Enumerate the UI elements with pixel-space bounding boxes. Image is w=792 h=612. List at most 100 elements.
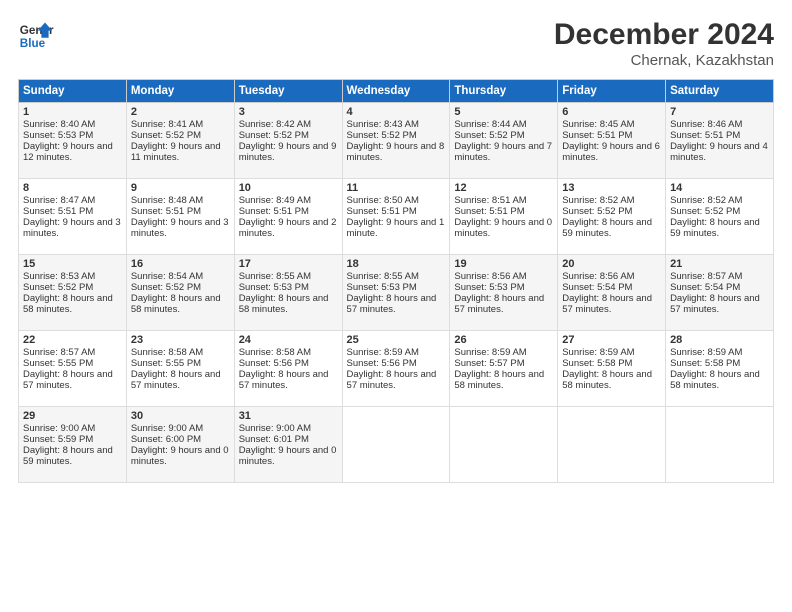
calendar-cell: 1Sunrise: 8:40 AMSunset: 5:53 PMDaylight… (19, 103, 127, 179)
sunrise-text: Sunrise: 8:50 AM (347, 195, 419, 206)
sunset-text: Sunset: 5:51 PM (23, 206, 93, 217)
day-number: 28 (670, 334, 769, 346)
sunrise-text: Sunrise: 8:52 AM (562, 195, 634, 206)
day-number: 1 (23, 106, 122, 118)
sunrise-text: Sunrise: 8:40 AM (23, 119, 95, 130)
sunset-text: Sunset: 5:53 PM (454, 282, 524, 293)
day-number: 9 (131, 182, 230, 194)
calendar-week-row: 29Sunrise: 9:00 AMSunset: 5:59 PMDayligh… (19, 407, 774, 483)
sunrise-text: Sunrise: 8:56 AM (454, 271, 526, 282)
svg-text:Blue: Blue (20, 37, 46, 50)
day-number: 12 (454, 182, 553, 194)
calendar-cell: 5Sunrise: 8:44 AMSunset: 5:52 PMDaylight… (450, 103, 558, 179)
daylight-text: Daylight: 8 hours and 57 minutes. (239, 369, 329, 391)
calendar-cell (666, 407, 774, 483)
day-of-week-header: Thursday (450, 80, 558, 103)
calendar-week-row: 8Sunrise: 8:47 AMSunset: 5:51 PMDaylight… (19, 179, 774, 255)
calendar-cell: 15Sunrise: 8:53 AMSunset: 5:52 PMDayligh… (19, 255, 127, 331)
sunset-text: Sunset: 5:56 PM (347, 358, 417, 369)
calendar-cell: 4Sunrise: 8:43 AMSunset: 5:52 PMDaylight… (342, 103, 450, 179)
daylight-text: Daylight: 8 hours and 58 minutes. (454, 369, 544, 391)
sunset-text: Sunset: 5:52 PM (347, 130, 417, 141)
day-number: 31 (239, 410, 338, 422)
day-number: 4 (347, 106, 446, 118)
header: General Blue December 2024 Chernak, Kaza… (18, 18, 774, 69)
sunrise-text: Sunrise: 8:42 AM (239, 119, 311, 130)
sunset-text: Sunset: 5:52 PM (670, 206, 740, 217)
calendar-cell: 25Sunrise: 8:59 AMSunset: 5:56 PMDayligh… (342, 331, 450, 407)
sunrise-text: Sunrise: 8:41 AM (131, 119, 203, 130)
daylight-text: Daylight: 9 hours and 0 minutes. (454, 217, 552, 239)
daylight-text: Daylight: 9 hours and 11 minutes. (131, 141, 221, 163)
calendar-week-row: 22Sunrise: 8:57 AMSunset: 5:55 PMDayligh… (19, 331, 774, 407)
daylight-text: Daylight: 9 hours and 8 minutes. (347, 141, 445, 163)
sunrise-text: Sunrise: 8:59 AM (347, 347, 419, 358)
calendar-cell: 12Sunrise: 8:51 AMSunset: 5:51 PMDayligh… (450, 179, 558, 255)
calendar-cell: 21Sunrise: 8:57 AMSunset: 5:54 PMDayligh… (666, 255, 774, 331)
sunrise-text: Sunrise: 8:45 AM (562, 119, 634, 130)
calendar-cell: 11Sunrise: 8:50 AMSunset: 5:51 PMDayligh… (342, 179, 450, 255)
calendar-week-row: 15Sunrise: 8:53 AMSunset: 5:52 PMDayligh… (19, 255, 774, 331)
day-of-week-header: Saturday (666, 80, 774, 103)
day-number: 14 (670, 182, 769, 194)
sunset-text: Sunset: 5:53 PM (239, 282, 309, 293)
calendar-cell: 22Sunrise: 8:57 AMSunset: 5:55 PMDayligh… (19, 331, 127, 407)
daylight-text: Daylight: 8 hours and 58 minutes. (670, 369, 760, 391)
sunset-text: Sunset: 5:55 PM (23, 358, 93, 369)
calendar-table: SundayMondayTuesdayWednesdayThursdayFrid… (18, 79, 774, 483)
daylight-text: Daylight: 9 hours and 3 minutes. (23, 217, 121, 239)
sunrise-text: Sunrise: 8:58 AM (131, 347, 203, 358)
logo-icon: General Blue (18, 18, 54, 54)
sunrise-text: Sunrise: 9:00 AM (239, 423, 311, 434)
month-title: December 2024 (554, 18, 774, 52)
calendar-cell: 2Sunrise: 8:41 AMSunset: 5:52 PMDaylight… (126, 103, 234, 179)
sunrise-text: Sunrise: 9:00 AM (23, 423, 95, 434)
day-number: 24 (239, 334, 338, 346)
sunset-text: Sunset: 5:52 PM (131, 130, 201, 141)
daylight-text: Daylight: 9 hours and 0 minutes. (239, 445, 337, 467)
calendar-week-row: 1Sunrise: 8:40 AMSunset: 5:53 PMDaylight… (19, 103, 774, 179)
sunrise-text: Sunrise: 8:59 AM (670, 347, 742, 358)
daylight-text: Daylight: 8 hours and 57 minutes. (23, 369, 113, 391)
sunrise-text: Sunrise: 8:55 AM (347, 271, 419, 282)
sunrise-text: Sunrise: 8:49 AM (239, 195, 311, 206)
day-of-week-header: Friday (558, 80, 666, 103)
calendar-body: 1Sunrise: 8:40 AM Sunset: 5:53 PM Daylight… (19, 103, 774, 483)
calendar-cell: 17Sunrise: 8:55 AMSunset: 5:53 PMDayligh… (234, 255, 342, 331)
sunrise-text: Sunrise: 8:46 AM (670, 119, 742, 130)
day-number: 19 (454, 258, 553, 270)
sunset-text: Sunset: 6:00 PM (131, 434, 201, 445)
calendar-cell: 26Sunrise: 8:59 AMSunset: 5:57 PMDayligh… (450, 331, 558, 407)
sunrise-text: Sunrise: 8:47 AM (23, 195, 95, 206)
daylight-text: Daylight: 9 hours and 2 minutes. (239, 217, 337, 239)
sunset-text: Sunset: 5:58 PM (670, 358, 740, 369)
daylight-text: Daylight: 9 hours and 12 minutes. (23, 141, 113, 163)
daylight-text: Daylight: 8 hours and 57 minutes. (347, 369, 437, 391)
daylight-text: Daylight: 9 hours and 3 minutes. (131, 217, 229, 239)
daylight-text: Daylight: 8 hours and 58 minutes. (562, 369, 652, 391)
calendar-cell (558, 407, 666, 483)
calendar-cell: 28Sunrise: 8:59 AMSunset: 5:58 PMDayligh… (666, 331, 774, 407)
title-block: December 2024 Chernak, Kazakhstan (554, 18, 774, 69)
day-number: 17 (239, 258, 338, 270)
calendar-cell: 30Sunrise: 9:00 AMSunset: 6:00 PMDayligh… (126, 407, 234, 483)
day-number: 2 (131, 106, 230, 118)
sunset-text: Sunset: 5:52 PM (239, 130, 309, 141)
logo: General Blue (18, 18, 58, 54)
daylight-text: Daylight: 8 hours and 58 minutes. (131, 293, 221, 315)
calendar-cell: 16Sunrise: 8:54 AMSunset: 5:52 PMDayligh… (126, 255, 234, 331)
daylight-text: Daylight: 9 hours and 6 minutes. (562, 141, 660, 163)
daylight-text: Daylight: 8 hours and 57 minutes. (347, 293, 437, 315)
sunset-text: Sunset: 5:54 PM (670, 282, 740, 293)
day-number: 21 (670, 258, 769, 270)
sunset-text: Sunset: 5:52 PM (562, 206, 632, 217)
calendar-cell (450, 407, 558, 483)
day-number: 25 (347, 334, 446, 346)
day-number: 20 (562, 258, 661, 270)
sunrise-text: Sunrise: 8:57 AM (670, 271, 742, 282)
sunset-text: Sunset: 5:51 PM (347, 206, 417, 217)
day-number: 27 (562, 334, 661, 346)
calendar-header-row: SundayMondayTuesdayWednesdayThursdayFrid… (19, 80, 774, 103)
sunrise-text: Sunrise: 8:51 AM (454, 195, 526, 206)
day-number: 13 (562, 182, 661, 194)
